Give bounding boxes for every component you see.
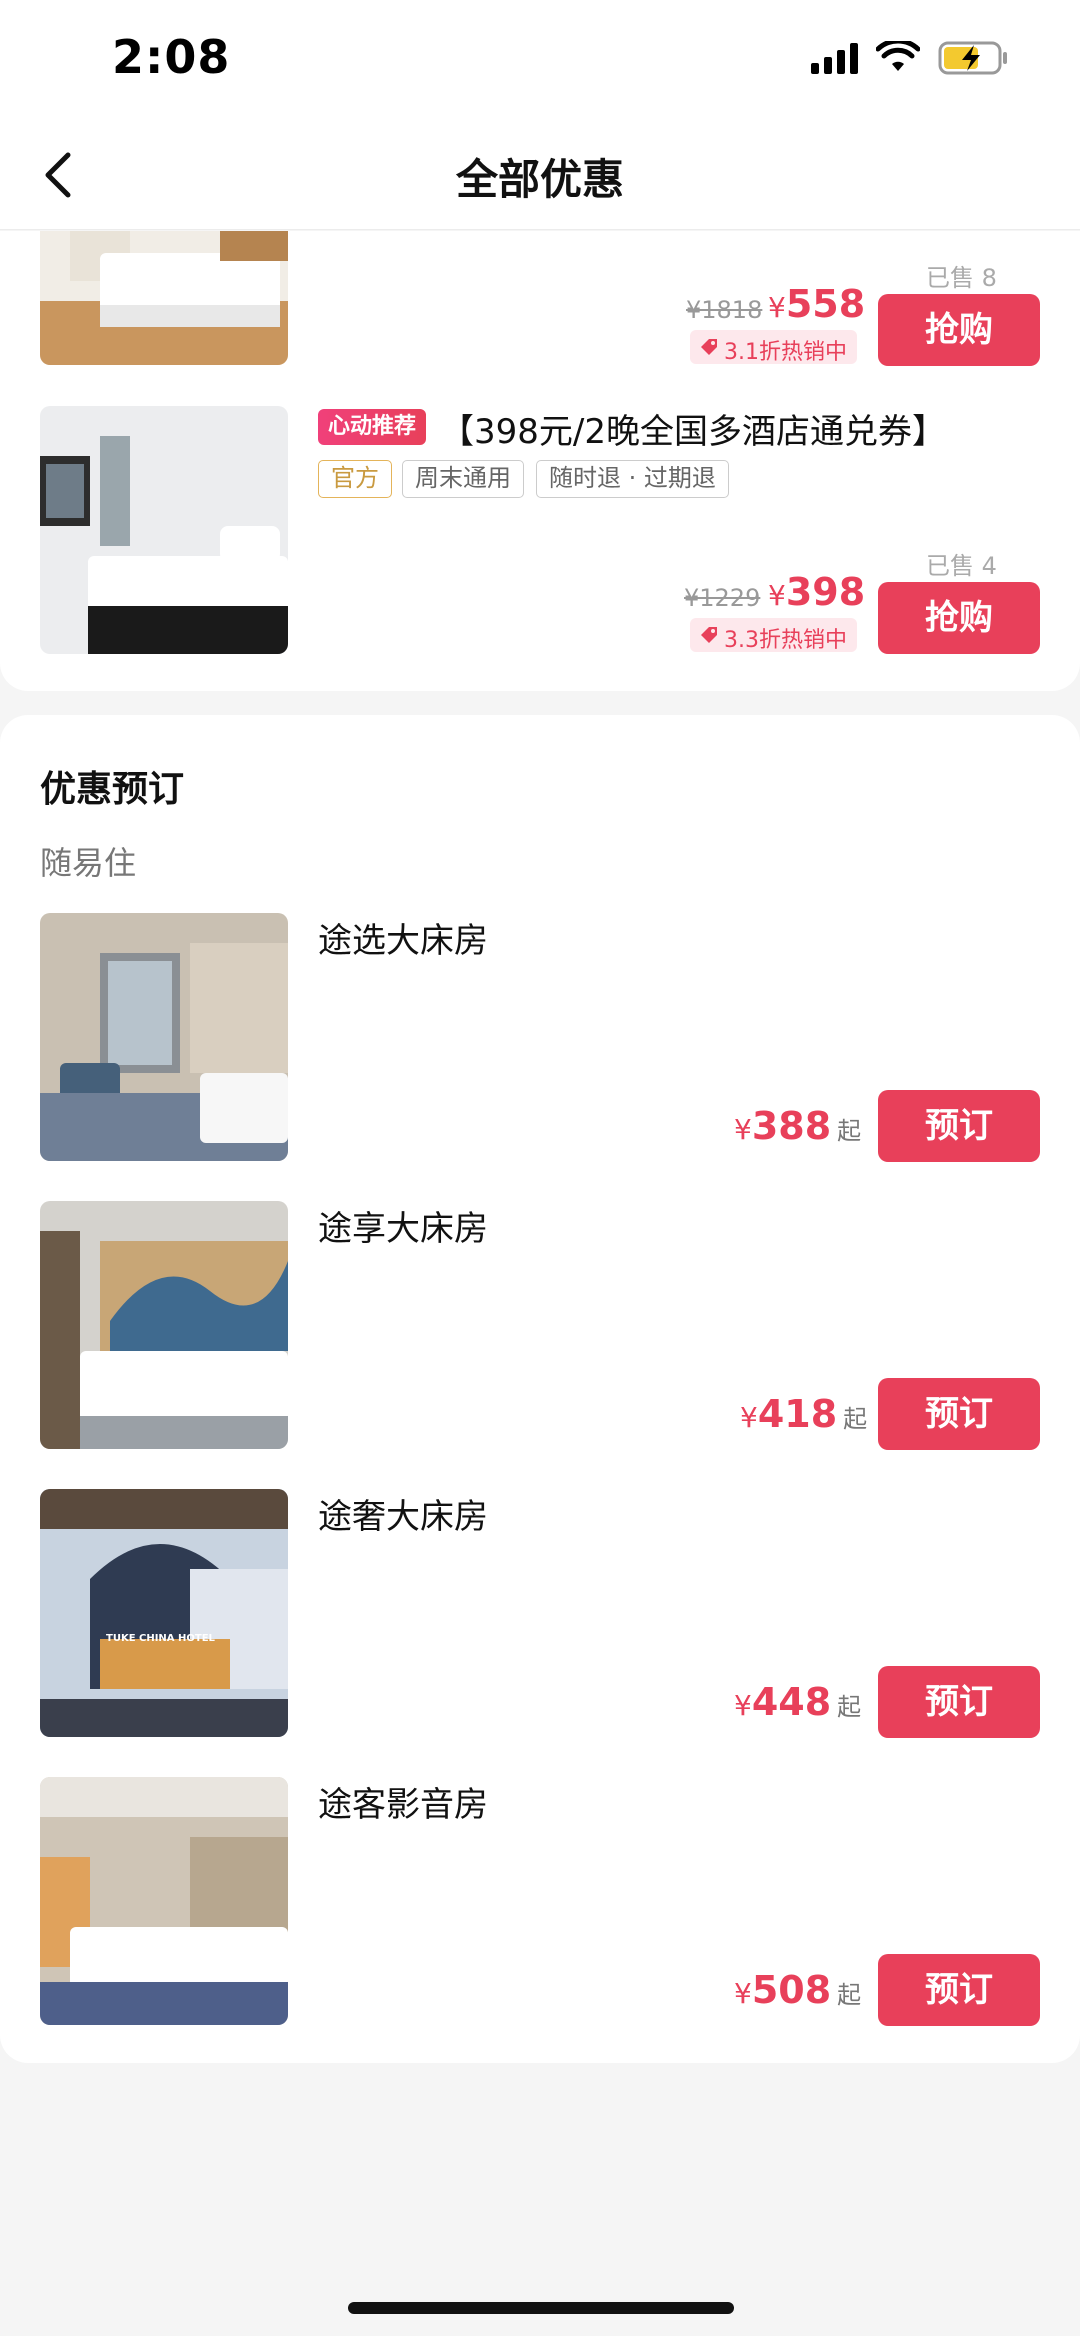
hotel-sign: TUKE CHINA HOTEL — [106, 1633, 215, 1644]
sold-count: 已售 4 — [926, 552, 997, 580]
room-name: 途享大床房 — [318, 1209, 488, 1249]
battery-charging-icon — [938, 41, 1007, 75]
page: 2:08 全部优惠 已售 8 ¥1818 ¥558 3.1折热销中 抢购 心动推… — [0, 0, 1080, 2336]
discount-badge: 3.3折热销中 — [690, 618, 857, 653]
discount-badge: 3.1折热销中 — [690, 330, 857, 365]
room-name: 途客影音房 — [318, 1785, 488, 1825]
page-title: 全部优惠 — [455, 155, 624, 204]
wifi-icon — [876, 41, 920, 71]
book-button[interactable]: 预订 — [878, 1378, 1040, 1450]
section-title: 优惠预订 — [40, 769, 185, 810]
price-tag-icon — [701, 339, 717, 355]
price-tag-icon — [701, 627, 717, 643]
signal-icon — [811, 42, 858, 74]
book-button[interactable]: 预订 — [878, 1666, 1040, 1738]
buy-button[interactable]: 抢购 — [878, 294, 1040, 366]
current-price: ¥558 — [768, 282, 866, 326]
deal-room-photo — [40, 406, 288, 654]
status-icons — [811, 40, 1010, 76]
sold-count: 已售 8 — [926, 264, 997, 292]
room-photo: TUKE CHINA HOTEL — [40, 1489, 288, 1737]
room-price: ¥508 起 — [734, 1968, 862, 2012]
status-bar: 2:08 — [0, 0, 1080, 120]
tag-official: 官方 — [318, 460, 392, 498]
original-price: ¥1818 — [686, 296, 763, 324]
book-button[interactable]: 预订 — [878, 1090, 1040, 1162]
deal-room-photo — [40, 231, 288, 365]
room-photo — [40, 1777, 288, 2025]
brand-name: 随易住 — [40, 844, 137, 882]
room-name: 途奢大床房 — [318, 1497, 488, 1537]
tag-refund: 随时退 · 过期退 — [536, 460, 729, 498]
original-price: ¥1229 — [684, 584, 761, 612]
room-name: 途选大床房 — [318, 921, 488, 961]
room-photo — [40, 1201, 288, 1449]
status-time: 2:08 — [112, 30, 231, 84]
current-price: ¥398 — [768, 570, 866, 614]
deal-title: 【398元/2晚全国多酒店通兑券】 — [440, 412, 946, 452]
home-indicator[interactable] — [348, 2302, 734, 2314]
room-price: ¥388 起 — [734, 1104, 862, 1148]
room-price: ¥418 起 — [740, 1392, 868, 1436]
room-photo — [40, 913, 288, 1161]
recommend-badge: 心动推荐 — [318, 409, 427, 445]
room-price: ¥448 起 — [734, 1680, 862, 1724]
nav-bar: 全部优惠 — [0, 120, 1080, 230]
tag-weekend: 周末通用 — [402, 460, 524, 498]
buy-button[interactable]: 抢购 — [878, 582, 1040, 654]
book-button[interactable]: 预订 — [878, 1954, 1040, 2026]
